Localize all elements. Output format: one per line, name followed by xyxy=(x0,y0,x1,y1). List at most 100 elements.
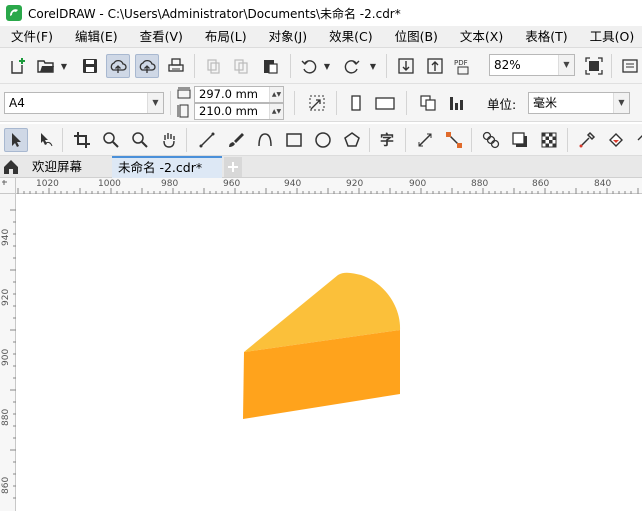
vertical-ruler[interactable]: 940 920 900 880 860 xyxy=(0,194,16,511)
menu-object[interactable]: 对象(J) xyxy=(258,26,318,48)
units-chevron-down-icon[interactable]: ▼ xyxy=(613,93,629,113)
landscape-orientation-icon[interactable] xyxy=(373,91,397,115)
page-size-select[interactable]: A4 ▼ xyxy=(4,92,164,114)
toolbar-separator xyxy=(62,128,63,152)
undo-icon[interactable] xyxy=(297,54,321,78)
ruler-label: 1020 xyxy=(36,179,59,189)
window-title: CorelDRAW - C:\Users\Administrator\Docum… xyxy=(28,6,401,21)
tab-welcome-screen-label: 欢迎屏幕 xyxy=(32,159,83,174)
pan-hand-tool-icon[interactable] xyxy=(157,128,181,152)
redo-dropdown-chevron-down-icon[interactable]: ▼ xyxy=(369,62,377,71)
home-icon[interactable] xyxy=(2,158,20,176)
cloud-upload-icon[interactable] xyxy=(106,54,130,78)
save-icon[interactable] xyxy=(78,54,102,78)
page-height-spinner[interactable]: ▲▼ xyxy=(269,104,283,119)
menu-bitmaps[interactable]: 位图(B) xyxy=(384,26,449,48)
rectangle-tool-icon[interactable] xyxy=(282,128,306,152)
export-icon[interactable] xyxy=(423,54,447,78)
toolbar-separator xyxy=(290,54,291,78)
ruler-label: 880 xyxy=(1,408,11,426)
toolbar-separator xyxy=(186,128,187,152)
menu-text[interactable]: 文本(X) xyxy=(449,26,514,48)
smart-fill-tool-icon[interactable] xyxy=(630,128,642,152)
toolbar-separator xyxy=(336,91,337,115)
copy-icon[interactable] xyxy=(229,54,253,78)
transparency-tool-icon[interactable] xyxy=(537,128,561,152)
open-folder-icon[interactable] xyxy=(34,54,58,78)
horizontal-ruler[interactable]: 1020 1000 980 960 940 920 900 880 860 84… xyxy=(16,178,642,194)
application-launcher-icon[interactable] xyxy=(618,54,642,78)
cloud-sync-icon[interactable] xyxy=(135,54,159,78)
menu-file[interactable]: 文件(F) xyxy=(0,26,64,48)
portrait-orientation-icon[interactable] xyxy=(344,91,368,115)
pen-curve-tool-icon[interactable] xyxy=(253,128,277,152)
ellipse-tool-icon[interactable] xyxy=(311,128,335,152)
menu-layout[interactable]: 布局(L) xyxy=(194,26,258,48)
add-tab-icon[interactable] xyxy=(224,157,242,177)
ruler-origin-corner[interactable] xyxy=(0,178,16,194)
zoom-dropdown-chevron-down-icon[interactable]: ▼ xyxy=(558,55,574,75)
toolbar-separator xyxy=(567,128,568,152)
redo-icon[interactable] xyxy=(340,54,364,78)
tab-active-document[interactable]: 未命名 -2.cdr* xyxy=(112,156,222,178)
ruler-label: 980 xyxy=(161,179,179,189)
polygon-tool-icon[interactable] xyxy=(340,128,364,152)
property-bar: A4 ▼ 297.0 mm ▲▼ 210.0 mm ▲▼ 单位: 毫米 ▼ xyxy=(0,84,642,122)
ruler-label: 940 xyxy=(284,179,302,189)
transform-scale-icon[interactable] xyxy=(305,91,329,115)
interactive-fill-tool-icon[interactable] xyxy=(604,128,628,152)
ruler-label: 900 xyxy=(409,179,427,189)
page-width-field[interactable]: 297.0 mm ▲▼ xyxy=(194,86,284,103)
menu-edit[interactable]: 编辑(E) xyxy=(64,26,129,48)
toolbar-separator xyxy=(611,54,612,78)
zoom-out-tool-icon[interactable] xyxy=(128,128,152,152)
eyedropper-tool-icon[interactable] xyxy=(575,128,599,152)
page-width-icon xyxy=(177,87,191,103)
toolbar-separator xyxy=(294,91,295,115)
import-icon[interactable] xyxy=(394,54,418,78)
drop-shadow-tool-icon[interactable] xyxy=(508,128,532,152)
all-pages-icon[interactable] xyxy=(416,91,440,115)
toolbar-separator xyxy=(471,128,472,152)
new-document-icon[interactable] xyxy=(6,54,30,78)
zoom-tool-icon[interactable] xyxy=(99,128,123,152)
blend-tool-icon[interactable] xyxy=(479,128,503,152)
paste-icon[interactable] xyxy=(258,54,282,78)
menu-effects[interactable]: 效果(C) xyxy=(318,26,383,48)
current-page-icon[interactable] xyxy=(445,91,469,115)
publish-pdf-icon[interactable]: PDF xyxy=(452,54,476,78)
ruler-label: 920 xyxy=(1,288,11,306)
toolbar-separator xyxy=(386,54,387,78)
cut-icon[interactable] xyxy=(201,54,225,78)
page-width-spinner[interactable]: ▲▼ xyxy=(269,87,283,102)
drawing-canvas[interactable] xyxy=(17,195,642,511)
ruler-label: 920 xyxy=(346,179,364,189)
dimension-line-tool-icon[interactable] xyxy=(413,128,437,152)
print-icon[interactable] xyxy=(164,54,188,78)
menu-tools[interactable]: 工具(O) xyxy=(579,26,642,48)
document-tab-bar: 欢迎屏幕 未命名 -2.cdr* xyxy=(0,156,642,178)
svg-text:字: 字 xyxy=(380,132,394,149)
toolbox: 字 xyxy=(0,124,642,156)
tab-welcome-screen[interactable]: 欢迎屏幕 xyxy=(26,156,88,178)
freehand-line-tool-icon[interactable] xyxy=(195,128,219,152)
undo-dropdown-chevron-down-icon[interactable]: ▼ xyxy=(323,62,331,71)
zoom-level-combo[interactable]: 82% ▼ xyxy=(489,54,575,76)
crop-tool-icon[interactable] xyxy=(70,128,94,152)
toolbar-separator xyxy=(194,54,195,78)
page-height-field[interactable]: 210.0 mm ▲▼ xyxy=(194,103,284,120)
units-select[interactable]: 毫米 ▼ xyxy=(528,92,630,114)
page-size-value: A4 xyxy=(9,96,25,110)
open-dropdown-chevron-down-icon[interactable]: ▼ xyxy=(60,62,68,71)
page-size-chevron-down-icon[interactable]: ▼ xyxy=(147,93,163,113)
shape-tool-icon[interactable] xyxy=(33,128,57,152)
artistic-media-brush-icon[interactable] xyxy=(224,128,248,152)
full-screen-preview-icon[interactable] xyxy=(582,54,606,78)
connector-tool-icon[interactable] xyxy=(442,128,466,152)
pick-tool-icon[interactable] xyxy=(4,128,28,152)
ruler-label: 940 xyxy=(1,228,11,246)
text-tool-icon[interactable]: 字 xyxy=(376,128,400,152)
menu-view[interactable]: 查看(V) xyxy=(129,26,194,48)
toolbar-separator xyxy=(170,91,171,115)
menu-table[interactable]: 表格(T) xyxy=(514,26,578,48)
